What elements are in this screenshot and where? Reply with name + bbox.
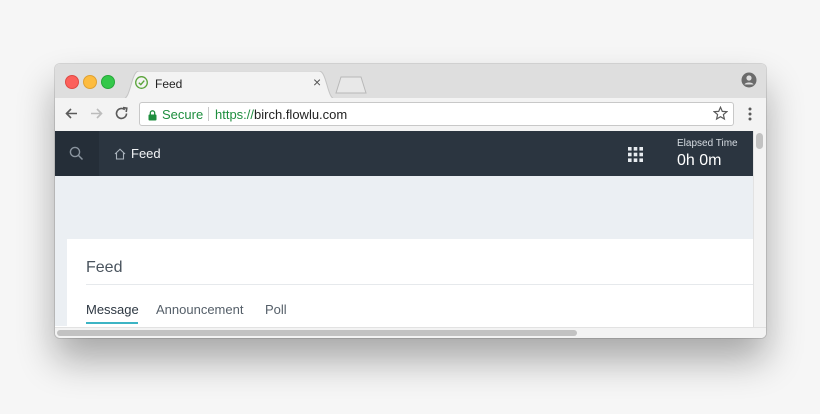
vertical-scroll-thumb[interactable] (756, 133, 763, 149)
maximize-window-button[interactable] (101, 75, 115, 89)
horizontal-scroll-thumb[interactable] (57, 330, 577, 336)
grid-icon[interactable] (628, 147, 643, 167)
tab-poll[interactable]: Poll (265, 302, 287, 317)
browser-toolbar: Secure https://birch.flowlu.com (55, 98, 766, 132)
tab-title: Feed (155, 77, 183, 91)
card-divider (86, 284, 753, 285)
arrow-right-icon[interactable] (89, 106, 104, 126)
url-host: birch.flowlu.com (254, 107, 348, 122)
close-tab-icon[interactable]: × (313, 75, 321, 89)
arrow-left-icon[interactable] (64, 106, 79, 126)
tab-message[interactable]: Message (86, 302, 139, 317)
close-window-button[interactable] (65, 75, 79, 89)
secure-label: Secure (162, 107, 204, 122)
minimize-window-button[interactable] (83, 75, 97, 89)
vertical-scrollbar[interactable] (753, 131, 766, 327)
search-button[interactable] (55, 131, 99, 176)
address-bar[interactable]: Secure https://birch.flowlu.com (139, 102, 734, 126)
browser-window: Feed × Secure https://birch.flowlu.com F… (55, 64, 766, 338)
app-header: Feed Elapsed Time 0h 0m (55, 131, 753, 176)
star-icon[interactable] (712, 105, 729, 126)
card-title: Feed (86, 259, 123, 276)
profile-icon[interactable] (741, 72, 757, 93)
horizontal-scrollbar[interactable] (55, 327, 766, 338)
reload-icon[interactable] (114, 106, 129, 126)
elapsed-time-label: Elapsed Time (677, 138, 738, 149)
lock-icon (148, 108, 157, 126)
kebab-menu-icon[interactable] (748, 107, 752, 126)
elapsed-time-value[interactable]: 0h 0m (677, 152, 721, 170)
feed-card: Feed Message Announcement Poll (67, 239, 753, 329)
search-icon (69, 146, 84, 161)
home-icon[interactable] (114, 147, 126, 165)
nav-title[interactable]: Feed (131, 146, 161, 161)
url-scheme: https:// (215, 107, 255, 122)
address-divider (208, 107, 209, 121)
title-bar: Feed × (55, 64, 766, 99)
active-tab-indicator (86, 322, 138, 324)
new-tab-button[interactable] (335, 76, 367, 94)
url-text[interactable]: https://birch.flowlu.com (215, 107, 347, 122)
tab-announcement[interactable]: Announcement (156, 302, 243, 317)
shield-check-icon (135, 76, 148, 94)
